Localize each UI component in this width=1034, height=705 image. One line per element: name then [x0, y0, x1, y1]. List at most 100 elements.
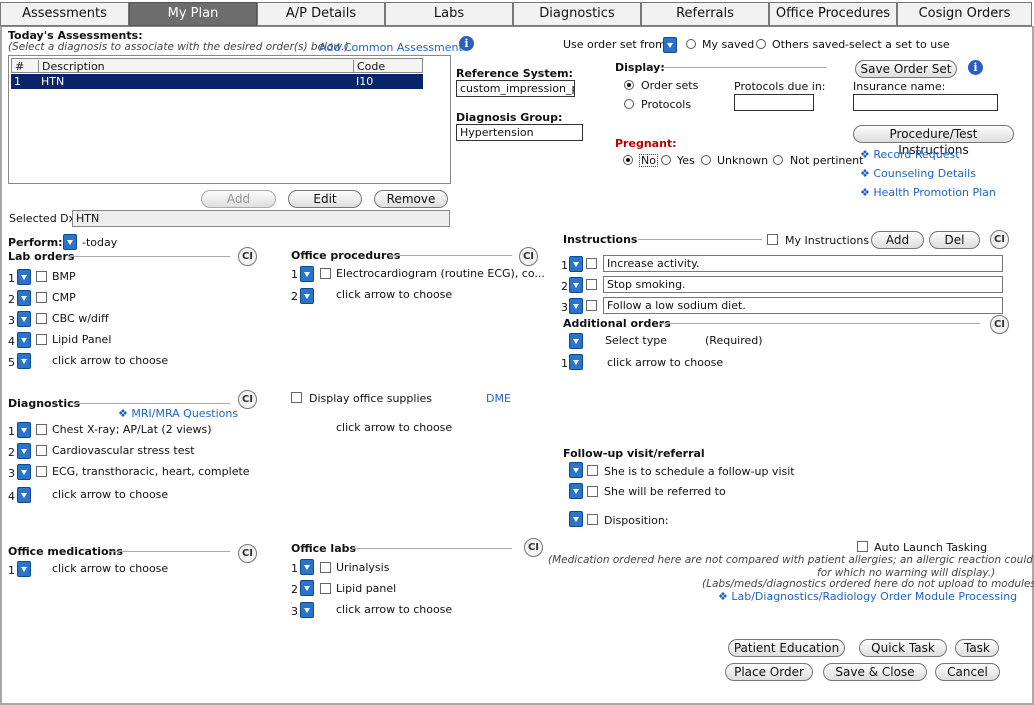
ci-icon[interactable]: CI	[990, 230, 1009, 249]
instruction-dropdown[interactable]	[569, 277, 583, 293]
my-instructions-checkbox[interactable]	[767, 234, 778, 245]
proc-dropdown[interactable]	[300, 266, 314, 282]
lab-dropdown[interactable]	[17, 269, 31, 285]
tab-ap-details[interactable]: A/P Details	[257, 2, 385, 26]
followup-checkbox[interactable]	[587, 465, 598, 476]
tab-office-procedures[interactable]: Office Procedures	[769, 2, 897, 26]
protocols-due-field[interactable]	[734, 94, 814, 111]
disposition-dropdown[interactable]	[569, 511, 583, 527]
record-request-link[interactable]: ❖ Record Request	[860, 148, 960, 161]
select-type-dropdown[interactable]	[569, 333, 583, 349]
diag-dropdown[interactable]	[17, 443, 31, 459]
info-icon[interactable]: i	[968, 60, 983, 75]
info-icon[interactable]: i	[459, 36, 474, 51]
ci-icon[interactable]: CI	[238, 247, 257, 266]
remove-button[interactable]: Remove	[374, 190, 448, 208]
auto-launch-checkbox[interactable]	[857, 541, 868, 552]
diag-dropdown[interactable]	[17, 464, 31, 480]
place-order-button[interactable]: Place Order	[725, 663, 813, 681]
order-set-dropdown[interactable]	[663, 37, 677, 53]
ci-icon[interactable]: CI	[238, 390, 257, 409]
followup-dropdown[interactable]	[569, 462, 583, 478]
add-button[interactable]: Add	[201, 190, 276, 208]
pregnant-not-pertinent-radio[interactable]	[773, 155, 783, 165]
perform-dropdown[interactable]	[63, 234, 77, 250]
ci-icon[interactable]: CI	[990, 315, 1009, 334]
instruction-checkbox[interactable]	[586, 300, 597, 311]
tab-my-plan[interactable]: My Plan	[129, 2, 257, 26]
cancel-button[interactable]: Cancel	[935, 663, 1000, 681]
pregnant-no-radio[interactable]	[623, 155, 633, 165]
order-sets-radio[interactable]	[624, 80, 634, 90]
olab-checkbox[interactable]	[320, 583, 331, 594]
save-close-button[interactable]: Save & Close	[823, 663, 927, 681]
others-saved-radio[interactable]	[756, 39, 766, 49]
followup-item: She will be referred to	[604, 485, 726, 498]
ci-icon[interactable]: CI	[238, 544, 257, 563]
patient-education-button[interactable]: Patient Education	[728, 639, 845, 657]
reference-system-field[interactable]: custom_impression_pl	[456, 80, 575, 97]
instruction-checkbox[interactable]	[586, 279, 597, 290]
diag-checkbox[interactable]	[36, 424, 47, 435]
proc-dropdown[interactable]	[300, 288, 314, 304]
followup-checkbox[interactable]	[587, 486, 598, 497]
supplies-choose: click arrow to choose	[336, 421, 453, 434]
olab-dropdown[interactable]	[300, 580, 314, 596]
olab-dropdown[interactable]	[300, 602, 314, 618]
my-saved-radio[interactable]	[686, 39, 696, 49]
lab-dropdown[interactable]	[17, 353, 31, 369]
instruction-field[interactable]: Increase activity.	[603, 255, 1003, 272]
lab-checkbox[interactable]	[36, 334, 47, 345]
lab-dropdown[interactable]	[17, 332, 31, 348]
diag-dropdown[interactable]	[17, 487, 31, 503]
procedure-test-instructions-button[interactable]: Procedure/Test Instructions	[853, 125, 1014, 157]
diag-dropdown[interactable]	[17, 422, 31, 438]
lab-dropdown[interactable]	[17, 290, 31, 306]
instructions-add-button[interactable]: Add	[871, 231, 924, 249]
quick-task-button[interactable]: Quick Task	[859, 639, 947, 657]
lab-checkbox[interactable]	[36, 313, 47, 324]
module-processing-link[interactable]: ❖ Lab/Diagnostics/Radiology Order Module…	[718, 590, 1017, 603]
diag-checkbox[interactable]	[36, 466, 47, 477]
olab-checkbox[interactable]	[320, 562, 331, 573]
olab-dropdown[interactable]	[300, 559, 314, 575]
lab-checkbox[interactable]	[36, 292, 47, 303]
disposition-checkbox[interactable]	[587, 514, 598, 525]
instruction-field[interactable]: Follow a low sodium diet.	[603, 297, 1003, 314]
insurance-field[interactable]	[853, 94, 998, 111]
lab-choose: click arrow to choose	[52, 354, 169, 367]
instruction-dropdown[interactable]	[569, 298, 583, 314]
mri-questions-link[interactable]: ❖ MRI/MRA Questions	[118, 407, 238, 420]
dme-link[interactable]: DME	[486, 392, 511, 405]
ci-icon[interactable]: CI	[519, 247, 538, 266]
lab-checkbox[interactable]	[36, 271, 47, 282]
additional-dropdown[interactable]	[569, 354, 583, 370]
instruction-field[interactable]: Stop smoking.	[603, 276, 1003, 293]
pregnant-unknown-radio[interactable]	[701, 155, 711, 165]
tab-cosign-orders[interactable]: Cosign Orders	[897, 2, 1032, 26]
tab-labs[interactable]: Labs	[385, 2, 513, 26]
office-supplies-checkbox[interactable]	[291, 392, 302, 403]
ci-icon[interactable]: CI	[524, 538, 543, 557]
instruction-dropdown[interactable]	[569, 256, 583, 272]
diag-checkbox[interactable]	[36, 445, 47, 456]
task-button[interactable]: Task	[955, 639, 999, 657]
counseling-details-link[interactable]: ❖ Counseling Details	[860, 167, 976, 180]
health-promotion-plan-link[interactable]: ❖ Health Promotion Plan	[860, 186, 996, 199]
instructions-del-button[interactable]: Del	[929, 231, 980, 249]
tab-referrals[interactable]: Referrals	[641, 2, 769, 26]
med-dropdown[interactable]	[17, 561, 31, 577]
protocols-radio[interactable]	[624, 99, 634, 109]
followup-dropdown[interactable]	[569, 483, 583, 499]
lab-dropdown[interactable]	[17, 311, 31, 327]
edit-button[interactable]: Edit	[288, 190, 362, 208]
add-common-assessment-link[interactable]: Add Common Assessment	[319, 41, 463, 54]
tab-diagnostics[interactable]: Diagnostics	[513, 2, 641, 26]
table-row[interactable]: 1 HTN I10	[11, 74, 423, 89]
tab-assessments[interactable]: Assessments	[0, 2, 129, 26]
instruction-checkbox[interactable]	[586, 258, 597, 269]
proc-checkbox[interactable]	[320, 268, 331, 279]
save-order-set-button[interactable]: Save Order Set	[855, 60, 957, 78]
pregnant-yes-radio[interactable]	[661, 155, 671, 165]
diagnosis-group-field[interactable]: Hypertension	[456, 124, 583, 141]
